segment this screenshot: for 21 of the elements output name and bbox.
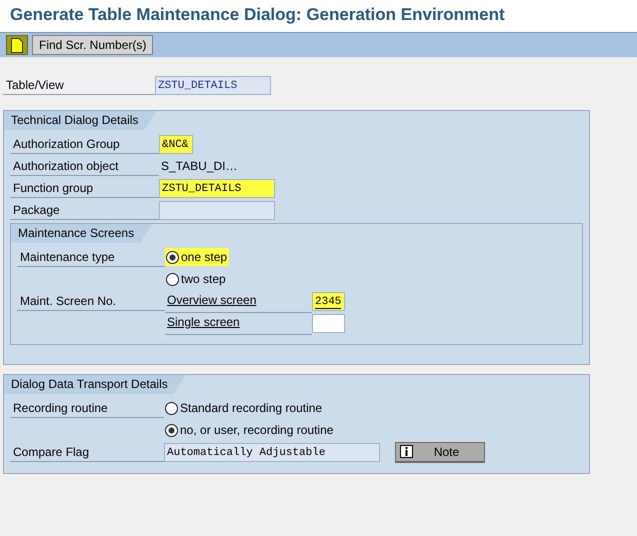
screen-number-field[interactable] [312, 314, 345, 332]
compare-flag-field[interactable]: Automatically Adjustable [164, 442, 380, 462]
find-screen-numbers-button[interactable]: Find Scr. Number(s) [32, 35, 154, 55]
table-view-field[interactable]: ZSTU_DETAILS [155, 76, 271, 94]
radio-option[interactable]: Standard recording routine [164, 399, 324, 417]
radio-option[interactable]: two step [165, 270, 228, 288]
field-label: Authorization object [10, 156, 159, 176]
field-label: Recording routine [10, 398, 164, 418]
radio-option[interactable]: no, or user, recording routine [164, 421, 336, 439]
input-field[interactable]: &NC& [159, 134, 193, 154]
window-title: Generate Table Maintenance Dialog: Generation Environment [10, 5, 506, 25]
input-field[interactable] [159, 200, 275, 220]
field-value: S_TABU_DI… [160, 158, 238, 175]
note-button[interactable]: Note [395, 442, 485, 462]
info-icon [400, 445, 413, 458]
radio-option[interactable]: one step [165, 248, 230, 266]
screen-number-field[interactable]: 2345 [312, 292, 345, 310]
input-field[interactable]: ZSTU_DETAILS [159, 178, 275, 198]
create-button[interactable] [6, 35, 28, 55]
document-icon [11, 38, 23, 52]
field-label: Maint. Screen No. [17, 292, 165, 310]
